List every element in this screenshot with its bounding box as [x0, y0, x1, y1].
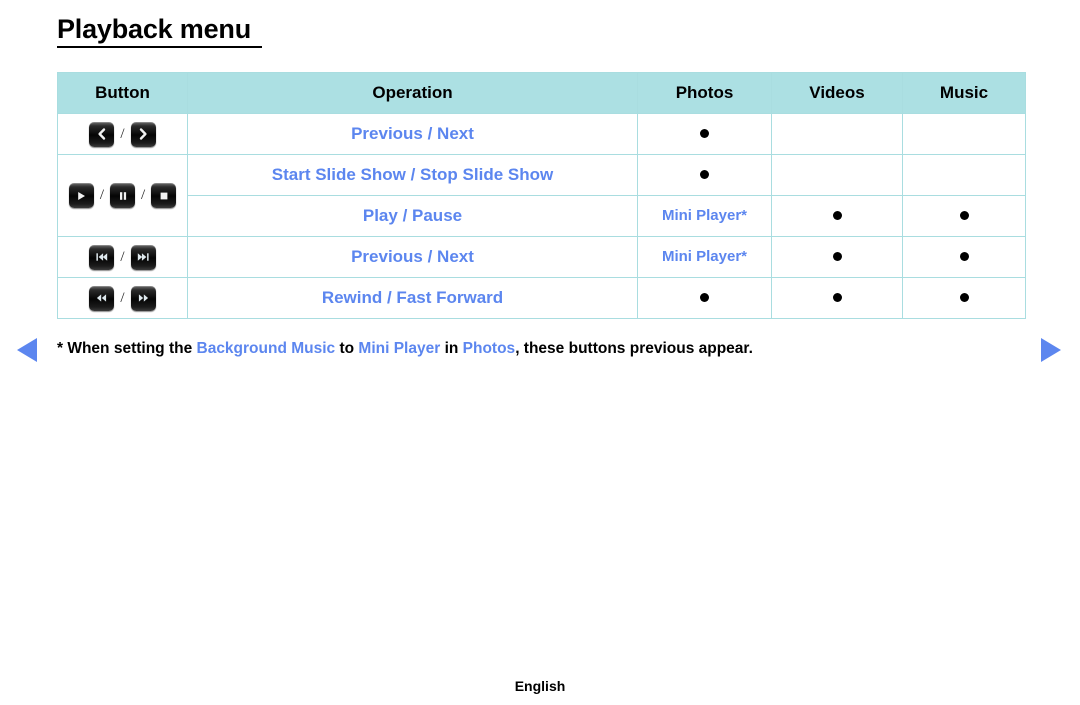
operation-label: Start Slide Show / Stop Slide Show: [271, 165, 554, 184]
footer-language-label: English: [514, 678, 566, 694]
videos-cell: [771, 277, 903, 319]
footnote: * When setting the Background Music to M…: [57, 338, 753, 360]
button-cell-play-pause-stop: / /: [57, 154, 188, 237]
pause-icon: [110, 183, 135, 208]
footnote-part-2: to: [335, 340, 359, 357]
operation-label: Rewind / Fast Forward: [321, 288, 504, 307]
column-header-photos: Photos: [637, 72, 772, 114]
music-cell: [902, 113, 1026, 155]
photos-cell: [637, 154, 772, 196]
table-row: / Rewind / Fast Forward: [57, 277, 1026, 319]
operation-label: Previous / Next: [351, 247, 474, 266]
table-header-row: Button Operation Photos Videos Music: [57, 72, 1026, 114]
photos-note: Mini Player*: [661, 207, 748, 224]
support-dot: [700, 170, 709, 180]
skip-next-icon: [130, 244, 156, 270]
footnote-highlight-background-music: Background Music: [196, 340, 336, 357]
button-separator: /: [120, 248, 125, 265]
footnote-highlight-mini-player: Mini Player: [358, 340, 441, 357]
column-header-operation: Operation: [187, 72, 638, 114]
music-cell: [902, 236, 1026, 278]
rewind-icon: [89, 285, 115, 311]
support-dot: [959, 211, 969, 221]
operation-cell: Rewind / Fast Forward: [187, 277, 638, 319]
support-dot: [832, 211, 842, 221]
operation-cell: Previous / Next: [187, 113, 638, 155]
chevron-right-icon: [130, 121, 156, 147]
footnote-part-1: * When setting the: [57, 340, 197, 357]
play-icon: [68, 183, 94, 208]
button-cell-rewind-fast-forward: /: [57, 277, 188, 319]
photos-cell: Mini Player*: [637, 236, 772, 278]
skip-previous-icon: [89, 244, 115, 270]
previous-page-arrow-icon[interactable]: [17, 338, 37, 362]
support-dot: [700, 129, 709, 139]
table-row: / / Start Slide Show / Stop Slide Show: [57, 154, 1026, 237]
photos-cell: [637, 113, 772, 155]
music-cell: [902, 154, 1026, 196]
operation-cell: Play / Pause: [187, 195, 638, 237]
videos-cell: [771, 195, 903, 237]
operation-cell: Previous / Next: [187, 236, 638, 278]
page-title: Playback menu: [57, 14, 251, 44]
button-separator: /: [120, 289, 125, 306]
next-page-arrow-icon[interactable]: [1041, 338, 1061, 362]
table-row: Play / Pause Mini Player*: [58, 195, 1026, 237]
footnote-part-3: in: [440, 340, 463, 357]
playback-menu-page: Playback menu Button Operation Photos Vi…: [0, 0, 1080, 705]
column-header-music: Music: [902, 72, 1026, 114]
title-underline: [57, 46, 262, 48]
table-row: / Previous / Next: [57, 236, 1026, 278]
operation-cell: Start Slide Show / Stop Slide Show: [187, 154, 638, 196]
support-dot: [832, 293, 842, 303]
column-header-button: Button: [57, 72, 188, 114]
music-cell: [902, 277, 1026, 319]
table-row: / Previous / Next: [57, 113, 1026, 155]
operation-label: Previous / Next: [351, 124, 474, 143]
button-separator: /: [120, 125, 125, 142]
footnote-highlight-photos: Photos: [462, 340, 516, 357]
column-header-videos: Videos: [771, 72, 903, 114]
videos-cell: [771, 236, 903, 278]
photos-cell: Mini Player*: [637, 195, 772, 237]
operation-label: Play / Pause: [362, 206, 463, 225]
support-dot: [959, 252, 969, 262]
button-cell-previous-next: /: [57, 113, 188, 155]
button-cell-skip-previous-next: /: [57, 236, 188, 278]
button-separator: /: [141, 187, 146, 203]
footnote-part-4: , these buttons previous appear.: [515, 340, 753, 357]
support-dot: [959, 293, 969, 303]
stop-icon: [151, 183, 177, 208]
photos-cell: [637, 277, 772, 319]
photos-note: Mini Player*: [661, 248, 748, 265]
music-cell: [902, 195, 1026, 237]
support-dot: [832, 252, 842, 262]
videos-cell: [771, 154, 903, 196]
button-separator: /: [99, 187, 104, 203]
fast-forward-icon: [130, 285, 156, 311]
videos-cell: [771, 113, 903, 155]
playback-button-table: Button Operation Photos Videos Music / P…: [57, 72, 1026, 319]
support-dot: [700, 293, 709, 303]
chevron-left-icon: [89, 121, 115, 147]
